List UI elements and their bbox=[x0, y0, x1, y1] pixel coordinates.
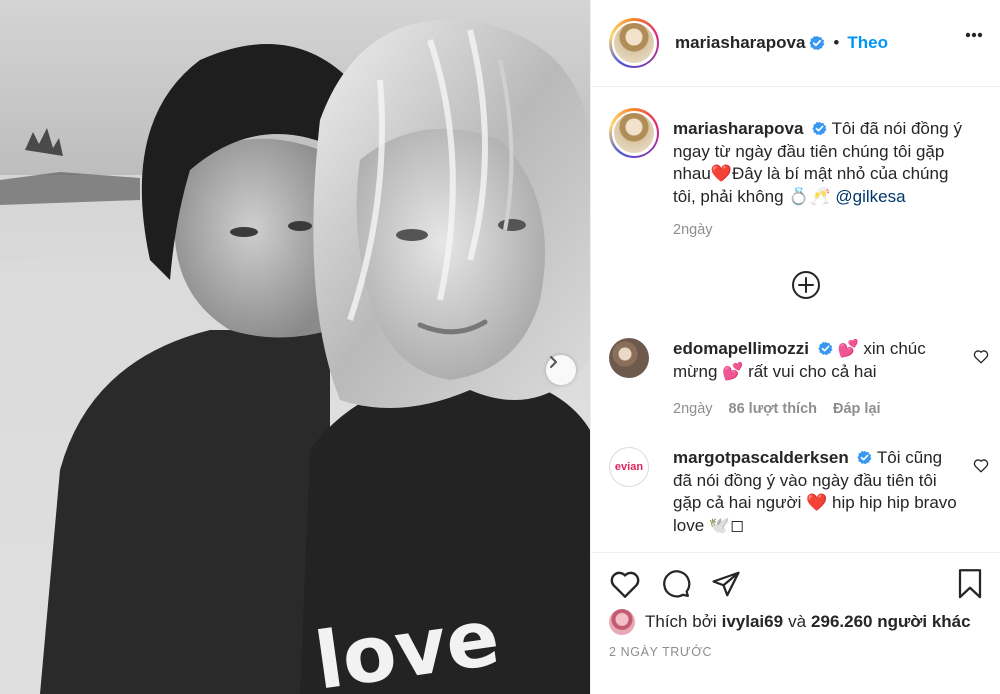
comment-body: edomapellimozzi 💕 xin chúc mừng 💕 rất vu… bbox=[673, 338, 963, 383]
post-side-panel: mariasharapova • Theo mariasharapova Tôi… bbox=[590, 0, 1000, 694]
likes-others-link[interactable]: 296.260 người khác bbox=[811, 612, 971, 632]
comment-likes[interactable]: 86 lượt thích bbox=[729, 401, 818, 417]
post-header: mariasharapova • Theo bbox=[591, 0, 1000, 87]
comments-list: mariasharapova Tôi đã nói đồng ý ngay từ… bbox=[591, 88, 1000, 552]
plus-circle-icon[interactable] bbox=[791, 270, 821, 300]
heart-icon[interactable] bbox=[973, 458, 989, 473]
comment-reply-button[interactable]: Đáp lại bbox=[833, 401, 881, 417]
liker-username[interactable]: ivylai69 bbox=[722, 612, 783, 632]
verified-badge-icon bbox=[812, 121, 827, 136]
share-icon[interactable] bbox=[711, 569, 741, 599]
comment-item: edomapellimozzi 💕 xin chúc mừng 💕 rất vu… bbox=[609, 338, 963, 383]
post-photo: love bbox=[0, 0, 590, 694]
author-username[interactable]: mariasharapova bbox=[675, 33, 805, 53]
commenter-avatar[interactable] bbox=[609, 338, 649, 378]
caption-body: mariasharapova Tôi đã nói đồng ý ngay từ… bbox=[673, 108, 969, 208]
heart-icon[interactable] bbox=[973, 349, 989, 364]
bookmark-icon[interactable] bbox=[957, 569, 983, 599]
post-actions: Thích bởi ivylai69 và 296.260 người khác… bbox=[591, 552, 1000, 694]
comment-item: evian margotpascalderksen Tôi cũng đã nó… bbox=[609, 447, 963, 537]
instagram-post: love mariasharapova • Theo mariasharapov… bbox=[0, 0, 1000, 694]
post-date[interactable]: 2 NGÀY TRƯỚC bbox=[609, 645, 712, 659]
author-avatar[interactable] bbox=[609, 18, 659, 68]
caption-mention-link[interactable]: @gilkesa bbox=[835, 187, 905, 206]
caption-avatar[interactable] bbox=[609, 108, 659, 158]
next-photo-button[interactable] bbox=[546, 355, 576, 385]
follow-button[interactable]: Theo bbox=[847, 33, 888, 53]
comment-body: margotpascalderksen Tôi cũng đã nói đồng… bbox=[673, 447, 963, 537]
comment-icon[interactable] bbox=[661, 569, 691, 599]
heart-icon[interactable] bbox=[609, 569, 641, 599]
caption-time: 2ngày bbox=[673, 222, 713, 238]
caption: mariasharapova Tôi đã nói đồng ý ngay từ… bbox=[609, 108, 969, 208]
more-icon[interactable] bbox=[965, 32, 983, 38]
likes-summary: Thích bởi ivylai69 và 296.260 người khác bbox=[609, 609, 971, 635]
liker-avatar[interactable] bbox=[609, 609, 635, 635]
comment-username[interactable]: margotpascalderksen bbox=[673, 448, 849, 467]
header-dot-separator: • bbox=[833, 33, 840, 52]
likes-joiner: và bbox=[788, 612, 807, 631]
caption-username[interactable]: mariasharapova bbox=[673, 119, 803, 138]
likes-prefix: Thích bởi bbox=[645, 612, 717, 631]
comment-meta: 2ngày 86 lượt thích Đáp lại bbox=[673, 401, 881, 417]
chevron-right-icon bbox=[550, 356, 557, 368]
commenter-avatar[interactable]: evian bbox=[609, 447, 649, 487]
comment-time: 2ngày bbox=[673, 401, 713, 417]
verified-badge-icon bbox=[857, 450, 872, 465]
photo-illustration: love bbox=[0, 0, 590, 694]
verified-badge-icon bbox=[818, 341, 833, 356]
verified-badge-icon bbox=[809, 35, 825, 51]
comment-username[interactable]: edomapellimozzi bbox=[673, 339, 809, 358]
